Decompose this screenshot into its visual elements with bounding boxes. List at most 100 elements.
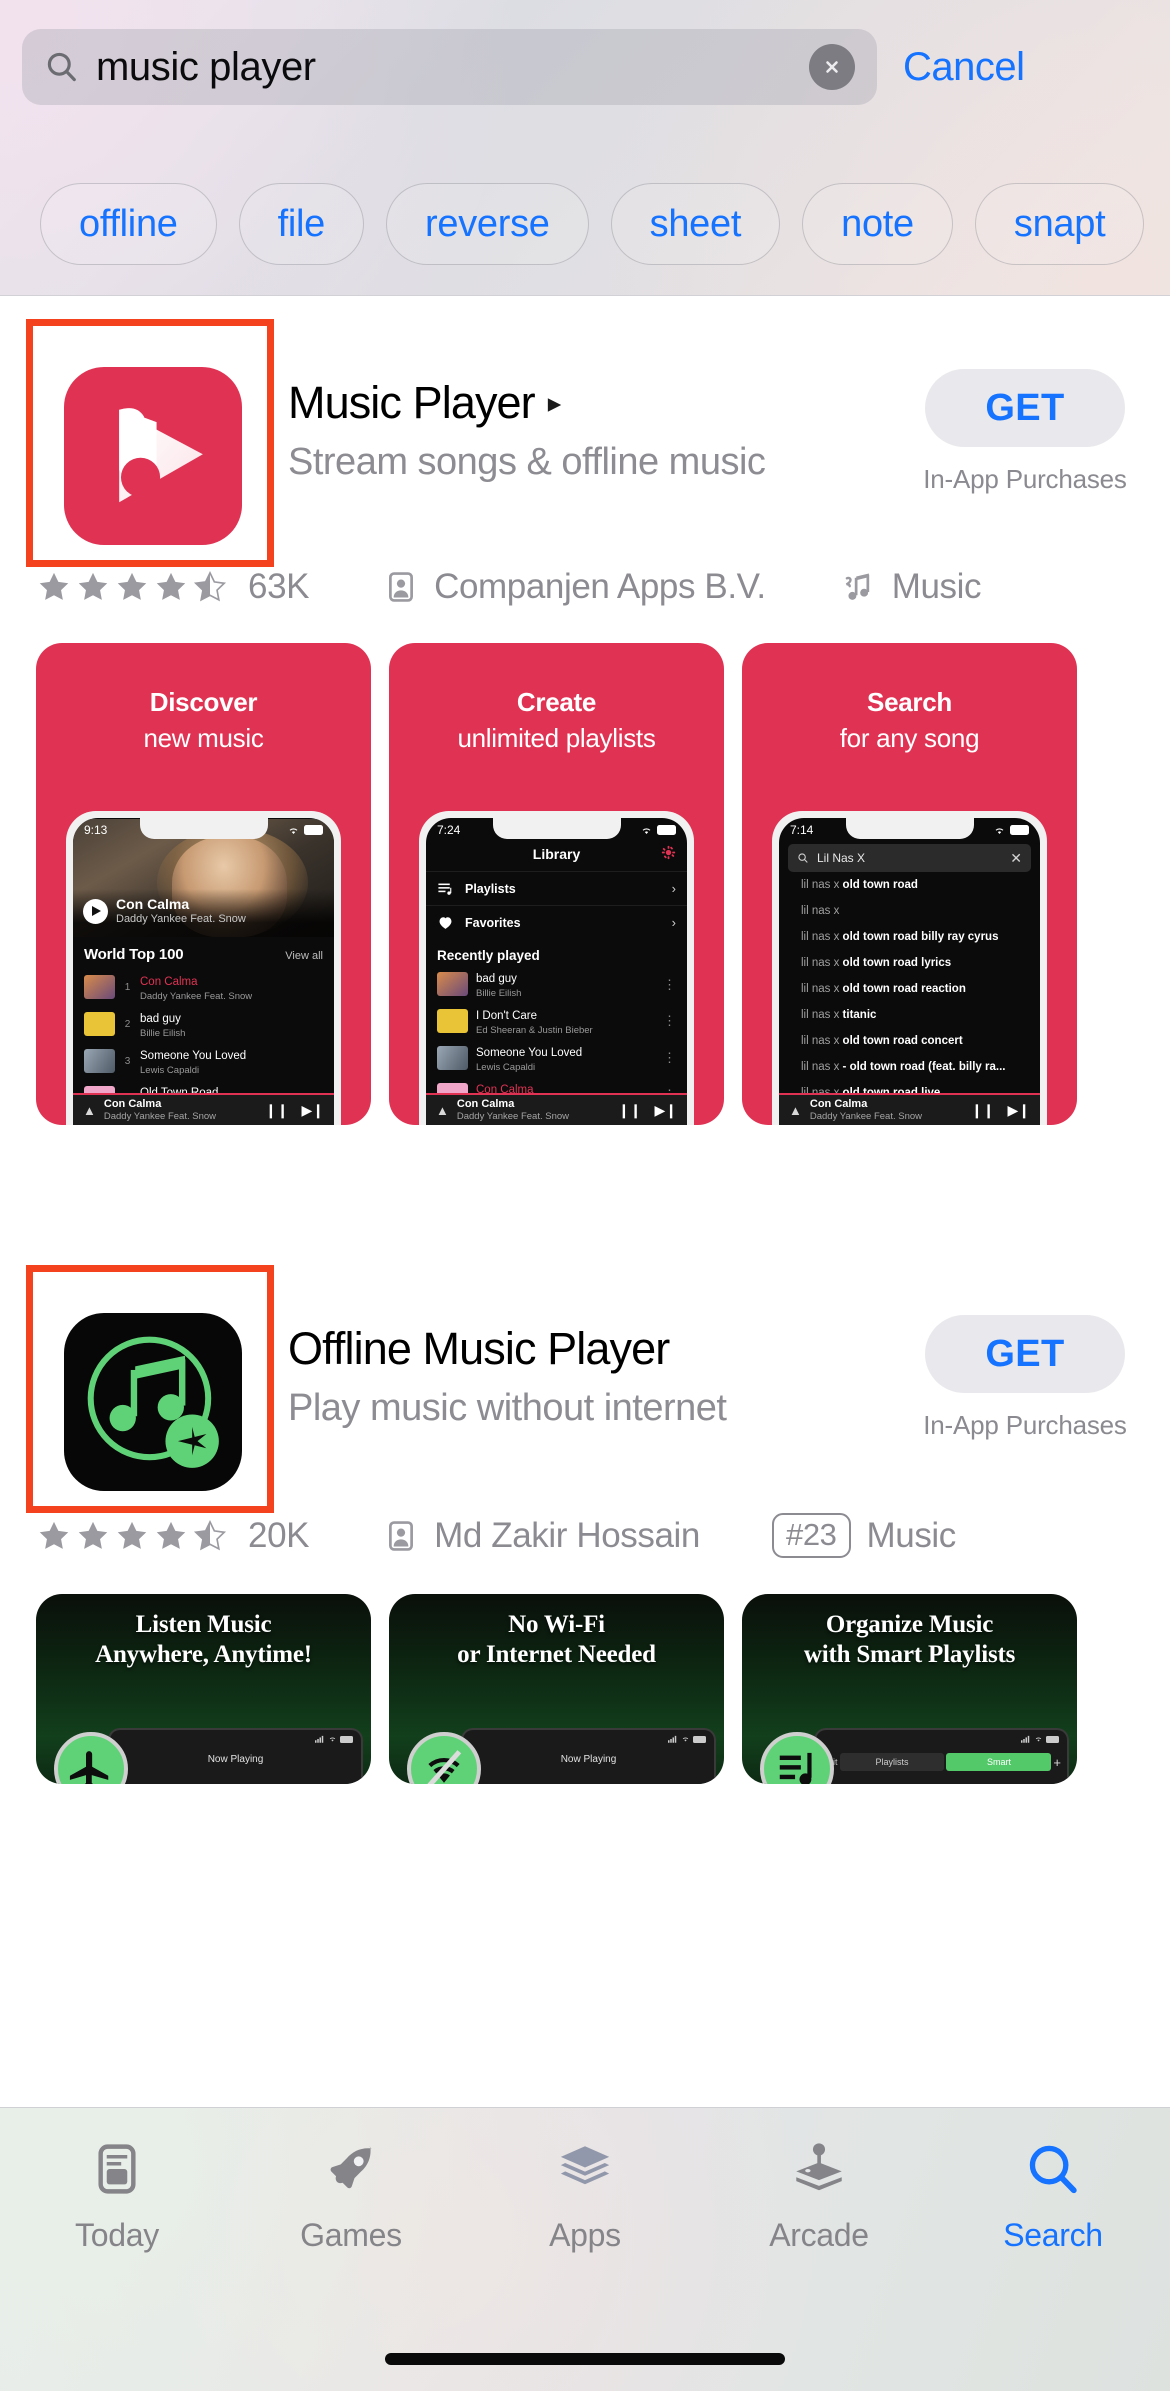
- add-playlist-button[interactable]: +: [1053, 1756, 1061, 1769]
- search-suggestion[interactable]: lil nas x old town road: [779, 872, 1040, 898]
- screenshot-search[interactable]: Search for any song 7:14 Lil Nas X ✕ lil…: [742, 643, 1077, 1125]
- app-result-music-player[interactable]: Music Player ▸ Stream songs & offline mu…: [0, 297, 1170, 1125]
- search-suggestion[interactable]: lil nas x titanic: [779, 1002, 1040, 1028]
- phone-notch: [845, 818, 974, 839]
- library-row-favorites[interactable]: Favorites ›: [426, 905, 687, 939]
- filter-chip-reverse[interactable]: reverse: [386, 183, 589, 265]
- app-result-offline-music-player[interactable]: Offline Music Player Play music without …: [0, 1243, 1170, 1784]
- mini-player-bar[interactable]: ▲ Con Calma Daddy Yankee Feat. Snow ❙❙ ▶…: [73, 1093, 334, 1125]
- battery-icon: [693, 1735, 706, 1743]
- tab-playlists[interactable]: Playlists: [839, 1753, 945, 1771]
- track-row[interactable]: 1 Con Calma Daddy Yankee Feat. Snow: [73, 969, 334, 1006]
- gear-icon[interactable]: [661, 845, 676, 860]
- clear-search-button[interactable]: [809, 44, 855, 90]
- tab-games[interactable]: Games: [234, 2138, 468, 2254]
- chevron-right-icon: ›: [671, 881, 676, 896]
- next-track-icon[interactable]: ▶❙: [655, 1102, 678, 1119]
- screenshot-headline: Search for any song: [742, 643, 1077, 754]
- track-artwork: [84, 1012, 115, 1037]
- view-all-link[interactable]: View all: [285, 950, 323, 962]
- get-button[interactable]: GET: [925, 1315, 1125, 1393]
- joystick-icon: [790, 2138, 848, 2200]
- track-row[interactable]: Someone You Loved Lewis Capaldi ⋮: [426, 1040, 687, 1077]
- next-track-icon[interactable]: ▶❙: [1008, 1102, 1031, 1119]
- chevron-up-icon[interactable]: ▲: [789, 1104, 802, 1117]
- search-results-list[interactable]: Music Player ▸ Stream songs & offline mu…: [0, 297, 1170, 2107]
- headline-line-1: Organize Music: [825, 1611, 994, 1638]
- track-row[interactable]: I Don't Care Ed Sheeran & Justin Bieber ⋮: [426, 1003, 687, 1040]
- close-icon[interactable]: ✕: [1010, 851, 1022, 865]
- pause-icon[interactable]: ❙❙: [971, 1102, 994, 1119]
- screenshot-discover[interactable]: Discover new music 9:13 Con Calma Daddy …: [36, 643, 371, 1125]
- wifi-icon: [329, 1737, 336, 1742]
- wifi-icon: [682, 1737, 689, 1742]
- playlist-tab-row[interactable]: Edit Playlists Smart +: [816, 1743, 1067, 1771]
- tab-label: Apps: [549, 2217, 621, 2253]
- track-row[interactable]: 2 bad guy Billie Eilish: [73, 1006, 334, 1043]
- home-indicator: [385, 2353, 785, 2365]
- filter-chip-offline[interactable]: offline: [40, 183, 217, 265]
- filter-chip-sheet[interactable]: sheet: [610, 183, 781, 265]
- headline-line-2: unlimited playlists: [457, 723, 656, 753]
- section-title: World Top 100: [84, 946, 184, 963]
- offline-note-glyph: [87, 1336, 219, 1468]
- mini-player-bar[interactable]: ▲ Con Calma Daddy Yankee Feat. Snow ❙❙ ▶…: [426, 1093, 687, 1125]
- screenshot-playlists[interactable]: Create unlimited playlists 7:24 Library …: [389, 643, 724, 1125]
- chevron-right-icon: ›: [671, 915, 676, 930]
- search-suggestion[interactable]: lil nas x old town road lyrics: [779, 950, 1040, 976]
- chevron-up-icon[interactable]: ▲: [436, 1104, 449, 1117]
- music-player-app-icon[interactable]: [64, 367, 242, 545]
- get-button[interactable]: GET: [925, 369, 1125, 447]
- star-half-icon: [193, 1519, 227, 1550]
- search-suggestion[interactable]: lil nas x old town road concert: [779, 1028, 1040, 1054]
- next-track-icon[interactable]: ▶❙: [302, 1102, 325, 1119]
- play-button-icon[interactable]: [83, 898, 108, 924]
- chevron-up-icon[interactable]: ▲: [83, 1104, 96, 1117]
- search-suggestion[interactable]: lil nas x old town road reaction: [779, 976, 1040, 1002]
- mini-player-title: Con Calma: [456, 1097, 515, 1110]
- mini-player-bar[interactable]: ▲ Con Calma Daddy Yankee Feat. Snow ❙❙ ▶…: [779, 1093, 1040, 1125]
- search-suggestion[interactable]: lil nas x: [779, 898, 1040, 924]
- screenshot-smart-playlists[interactable]: Organize Music with Smart Playlists Play…: [742, 1594, 1077, 1784]
- mini-player-artist: Daddy Yankee Feat. Snow: [456, 1110, 570, 1122]
- filter-chip-row[interactable]: offline file reverse sheet note snapt: [0, 174, 1170, 274]
- tab-today[interactable]: Today: [0, 2138, 234, 2254]
- filter-chip-snapt[interactable]: snapt: [974, 183, 1145, 265]
- app-meta-cell: Music Player ▸ Stream songs & offline mu…: [278, 333, 910, 484]
- cancel-button[interactable]: Cancel: [903, 45, 1025, 90]
- track-row[interactable]: bad guy Billie Eilish ⋮: [426, 966, 687, 1003]
- mini-player-title: Con Calma: [809, 1097, 868, 1110]
- bottom-tab-bar[interactable]: Today Games Apps Arcade Search: [0, 2107, 1170, 2391]
- screenshot-headline: No Wi-Fi or Internet Needed: [389, 1594, 724, 1669]
- track-name: Someone You Loved: [140, 1049, 247, 1062]
- search-suggestion[interactable]: lil nas x - old town road (feat. billy r…: [779, 1054, 1040, 1080]
- pause-icon[interactable]: ❙❙: [265, 1102, 288, 1119]
- track-row[interactable]: 3 Someone You Loved Lewis Capaldi: [73, 1043, 334, 1080]
- app-subtitle: Stream songs & offline music: [288, 440, 766, 483]
- play-note-glyph: [119, 408, 203, 503]
- pause-icon[interactable]: ❙❙: [618, 1102, 641, 1119]
- search-suggestion[interactable]: lil nas x old town road billy ray cyrus: [779, 924, 1040, 950]
- tab-smart[interactable]: Smart: [946, 1753, 1052, 1771]
- tab-search[interactable]: Search: [936, 2138, 1170, 2254]
- cellular-icon: [1021, 1735, 1030, 1743]
- library-row-playlists[interactable]: Playlists ›: [426, 871, 687, 905]
- offline-music-player-app-icon[interactable]: [64, 1313, 242, 1491]
- screenshot-listen-anywhere[interactable]: Listen Music Anywhere, Anytime! Now Play…: [36, 1594, 371, 1784]
- more-options-icon[interactable]: ⋮: [663, 1051, 676, 1064]
- app-screenshot-strip[interactable]: Discover new music 9:13 Con Calma Daddy …: [0, 607, 1170, 1125]
- more-options-icon[interactable]: ⋮: [663, 1015, 676, 1028]
- filter-chip-note[interactable]: note: [802, 183, 953, 265]
- tab-apps[interactable]: Apps: [468, 2138, 702, 2254]
- star-filled-icon: [117, 1521, 147, 1549]
- search-input[interactable]: music player: [22, 29, 877, 105]
- app-screenshot-strip[interactable]: Listen Music Anywhere, Anytime! Now Play…: [0, 1558, 1170, 1784]
- screenshot-headline: Create unlimited playlists: [389, 643, 724, 754]
- app-header: Music Player ▸ Stream songs & offline mu…: [0, 297, 1170, 567]
- tab-arcade[interactable]: Arcade: [702, 2138, 936, 2254]
- in-app-search-input[interactable]: Lil Nas X ✕: [788, 844, 1031, 872]
- app-icon-cell: [26, 1265, 278, 1513]
- more-options-icon[interactable]: ⋮: [663, 978, 676, 991]
- screenshot-no-wifi[interactable]: No Wi-Fi or Internet Needed Now Playing: [389, 1594, 724, 1784]
- filter-chip-file[interactable]: file: [238, 183, 365, 265]
